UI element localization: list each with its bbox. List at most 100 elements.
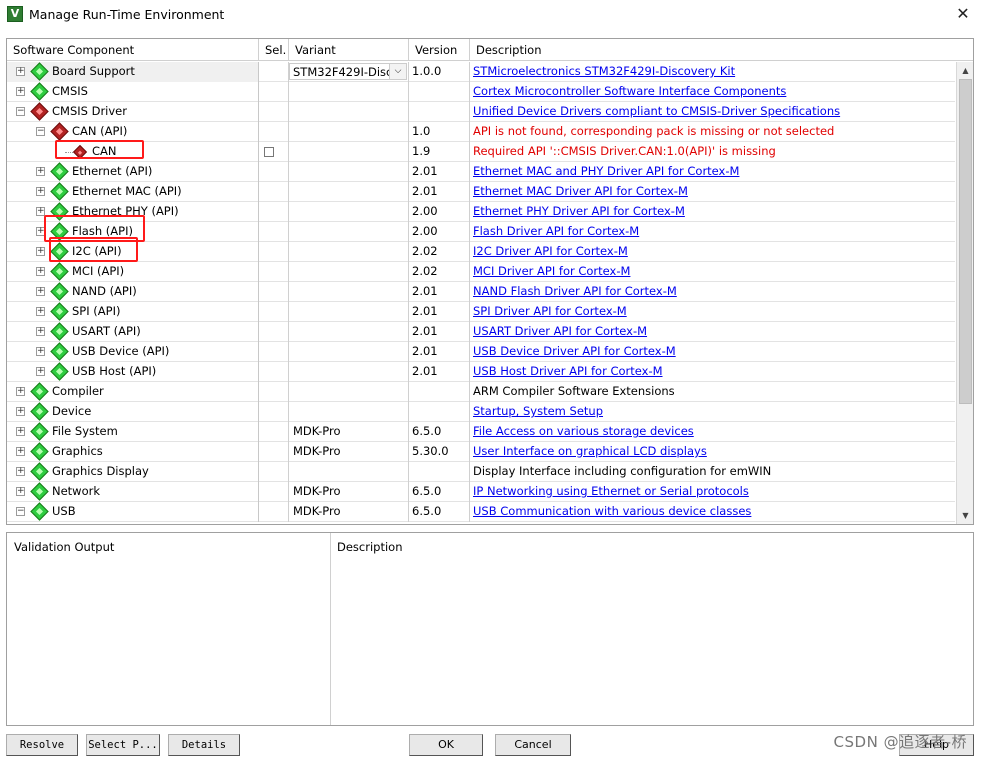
table-row[interactable]: CAN 1.9 Required API '::CMSIS Driver.CAN:1… (7, 142, 955, 162)
close-icon[interactable]: ✕ (953, 4, 973, 24)
expand-icon[interactable]: + (16, 87, 25, 96)
select-checkbox[interactable] (264, 147, 274, 157)
description-link[interactable]: I2C Driver API for Cortex-M (473, 244, 628, 258)
expand-icon[interactable]: + (16, 387, 25, 396)
expand-icon[interactable]: + (36, 247, 45, 256)
table-row[interactable]: − CAN (API) 1.0 API is not found, correspon… (7, 122, 955, 142)
select-cell[interactable] (259, 142, 289, 162)
component-cell[interactable]: + USB Device (API) (7, 342, 259, 362)
description-link[interactable]: USB Device Driver API for Cortex-M (473, 344, 676, 358)
ok-button[interactable]: OK (409, 734, 483, 756)
expand-icon[interactable]: + (16, 467, 25, 476)
expand-icon[interactable]: + (36, 327, 45, 336)
table-row[interactable]: + Graphics MDK-Pro 5.30.0 User Interface on … (7, 442, 955, 462)
expand-icon[interactable]: + (36, 187, 45, 196)
description-link[interactable]: USB Communication with various device cl… (473, 504, 751, 518)
collapse-icon[interactable]: − (16, 507, 25, 516)
table-row[interactable]: + Ethernet PHY (API) 2.00 Ethernet PHY Driv… (7, 202, 955, 222)
description-link[interactable]: NAND Flash Driver API for Cortex-M (473, 284, 677, 298)
table-row[interactable]: + USB Host (API) 2.01 USB Host Driver API f… (7, 362, 955, 382)
description-link[interactable]: USART Driver API for Cortex-M (473, 324, 647, 338)
expand-icon[interactable]: + (16, 67, 25, 76)
table-row[interactable]: − USB MDK-Pro 6.5.0 USB Communication with v… (7, 502, 955, 522)
table-row[interactable]: + Board Support STM32F429I-Discovery⌵1.0.0… (7, 62, 955, 82)
description-link[interactable]: Startup, System Setup (473, 404, 603, 418)
table-row[interactable]: + CMSIS Cortex Microcontroller Software In… (7, 82, 955, 102)
table-row[interactable]: + Flash (API) 2.00 Flash Driver API for Cor… (7, 222, 955, 242)
table-row[interactable]: + Network MDK-Pro 6.5.0 IP Networking using … (7, 482, 955, 502)
table-row[interactable]: + USART (API) 2.01 USART Driver API for Cor… (7, 322, 955, 342)
description-link[interactable]: IP Networking using Ethernet or Serial p… (473, 484, 749, 498)
table-row[interactable]: + Ethernet MAC (API) 2.01 Ethernet MAC Driv… (7, 182, 955, 202)
component-cell[interactable]: − USB (7, 502, 259, 522)
description-link[interactable]: File Access on various storage devices (473, 424, 694, 438)
component-cell[interactable]: + Ethernet MAC (API) (7, 182, 259, 202)
select-packs-button[interactable]: Select P... (86, 734, 160, 756)
table-row[interactable]: + Graphics Display Display Interface inclu… (7, 462, 955, 482)
scroll-up-icon[interactable]: ▲ (958, 63, 973, 78)
panel-divider[interactable] (330, 533, 331, 725)
vertical-scrollbar[interactable]: ▲ ▼ (956, 62, 973, 524)
column-header-description[interactable]: Description (470, 39, 973, 61)
scroll-down-icon[interactable]: ▼ (958, 508, 973, 523)
column-header-sel[interactable]: Sel. (259, 39, 289, 61)
description-link[interactable]: Unified Device Drivers compliant to CMSI… (473, 104, 840, 118)
component-cell[interactable]: + Device (7, 402, 259, 422)
table-row[interactable]: + Compiler ARM Compiler Software Extension… (7, 382, 955, 402)
description-link[interactable]: Ethernet PHY Driver API for Cortex-M (473, 204, 685, 218)
column-header-variant[interactable]: Variant (289, 39, 409, 61)
table-row[interactable]: + Device Startup, System Setup (7, 402, 955, 422)
component-cell[interactable]: + Graphics (7, 442, 259, 462)
expand-icon[interactable]: + (36, 347, 45, 356)
component-cell[interactable]: − CMSIS Driver (7, 102, 259, 122)
scrollbar-thumb[interactable] (959, 79, 972, 404)
expand-icon[interactable]: + (16, 407, 25, 416)
component-cell[interactable]: + SPI (API) (7, 302, 259, 322)
component-cell[interactable]: + Board Support (7, 62, 259, 82)
description-link[interactable]: SPI Driver API for Cortex-M (473, 304, 627, 318)
description-link[interactable]: STMicroelectronics STM32F429I-Discovery … (473, 64, 735, 78)
table-row[interactable]: + MCI (API) 2.02 MCI Driver API for Cortex-… (7, 262, 955, 282)
expand-icon[interactable]: + (36, 307, 45, 316)
collapse-icon[interactable]: − (16, 107, 25, 116)
component-cell[interactable]: + Ethernet (API) (7, 162, 259, 182)
component-cell[interactable]: + MCI (API) (7, 262, 259, 282)
table-row[interactable]: + Ethernet (API) 2.01 Ethernet MAC and PHY … (7, 162, 955, 182)
expand-icon[interactable]: + (36, 167, 45, 176)
column-header-version[interactable]: Version (409, 39, 470, 61)
collapse-icon[interactable]: − (36, 127, 45, 136)
table-row[interactable]: + NAND (API) 2.01 NAND Flash Driver API for… (7, 282, 955, 302)
variant-cell[interactable]: STM32F429I-Discovery⌵ (289, 62, 409, 82)
description-link[interactable]: Ethernet MAC and PHY Driver API for Cort… (473, 164, 739, 178)
component-cell[interactable]: + USART (API) (7, 322, 259, 342)
component-cell[interactable]: − CAN (API) (7, 122, 259, 142)
variant-dropdown[interactable]: STM32F429I-Discovery⌵ (289, 63, 407, 80)
table-row[interactable]: + File System MDK-Pro 6.5.0 File Access on v… (7, 422, 955, 442)
table-row[interactable]: − CMSIS Driver Unified Device Drivers comp… (7, 102, 955, 122)
expand-icon[interactable]: + (16, 447, 25, 456)
description-link[interactable]: Cortex Microcontroller Software Interfac… (473, 84, 786, 98)
table-row[interactable]: + USB Device (API) 2.01 USB Device Driver A… (7, 342, 955, 362)
details-button[interactable]: Details (168, 734, 240, 756)
expand-icon[interactable]: + (16, 427, 25, 436)
component-cell[interactable]: + Network (7, 482, 259, 502)
cancel-button[interactable]: Cancel (495, 734, 571, 756)
column-header-component[interactable]: Software Component (7, 39, 259, 61)
description-link[interactable]: Ethernet MAC Driver API for Cortex-M (473, 184, 688, 198)
resolve-button[interactable]: Resolve (6, 734, 78, 756)
expand-icon[interactable]: + (16, 487, 25, 496)
description-link[interactable]: Flash Driver API for Cortex-M (473, 224, 639, 238)
description-link[interactable]: USB Host Driver API for Cortex-M (473, 364, 663, 378)
component-cell[interactable]: + NAND (API) (7, 282, 259, 302)
component-cell[interactable]: + USB Host (API) (7, 362, 259, 382)
table-row[interactable]: + I2C (API) 2.02 I2C Driver API for Cortex-… (7, 242, 955, 262)
table-row[interactable]: + SPI (API) 2.01 SPI Driver API for Cortex-… (7, 302, 955, 322)
component-cell[interactable]: + Graphics Display (7, 462, 259, 482)
description-link[interactable]: User Interface on graphical LCD displays (473, 444, 707, 458)
expand-icon[interactable]: + (36, 287, 45, 296)
description-link[interactable]: MCI Driver API for Cortex-M (473, 264, 630, 278)
expand-icon[interactable]: + (36, 367, 45, 376)
component-cell[interactable]: + Compiler (7, 382, 259, 402)
component-cell[interactable]: + File System (7, 422, 259, 442)
chevron-down-icon[interactable]: ⌵ (389, 64, 406, 79)
